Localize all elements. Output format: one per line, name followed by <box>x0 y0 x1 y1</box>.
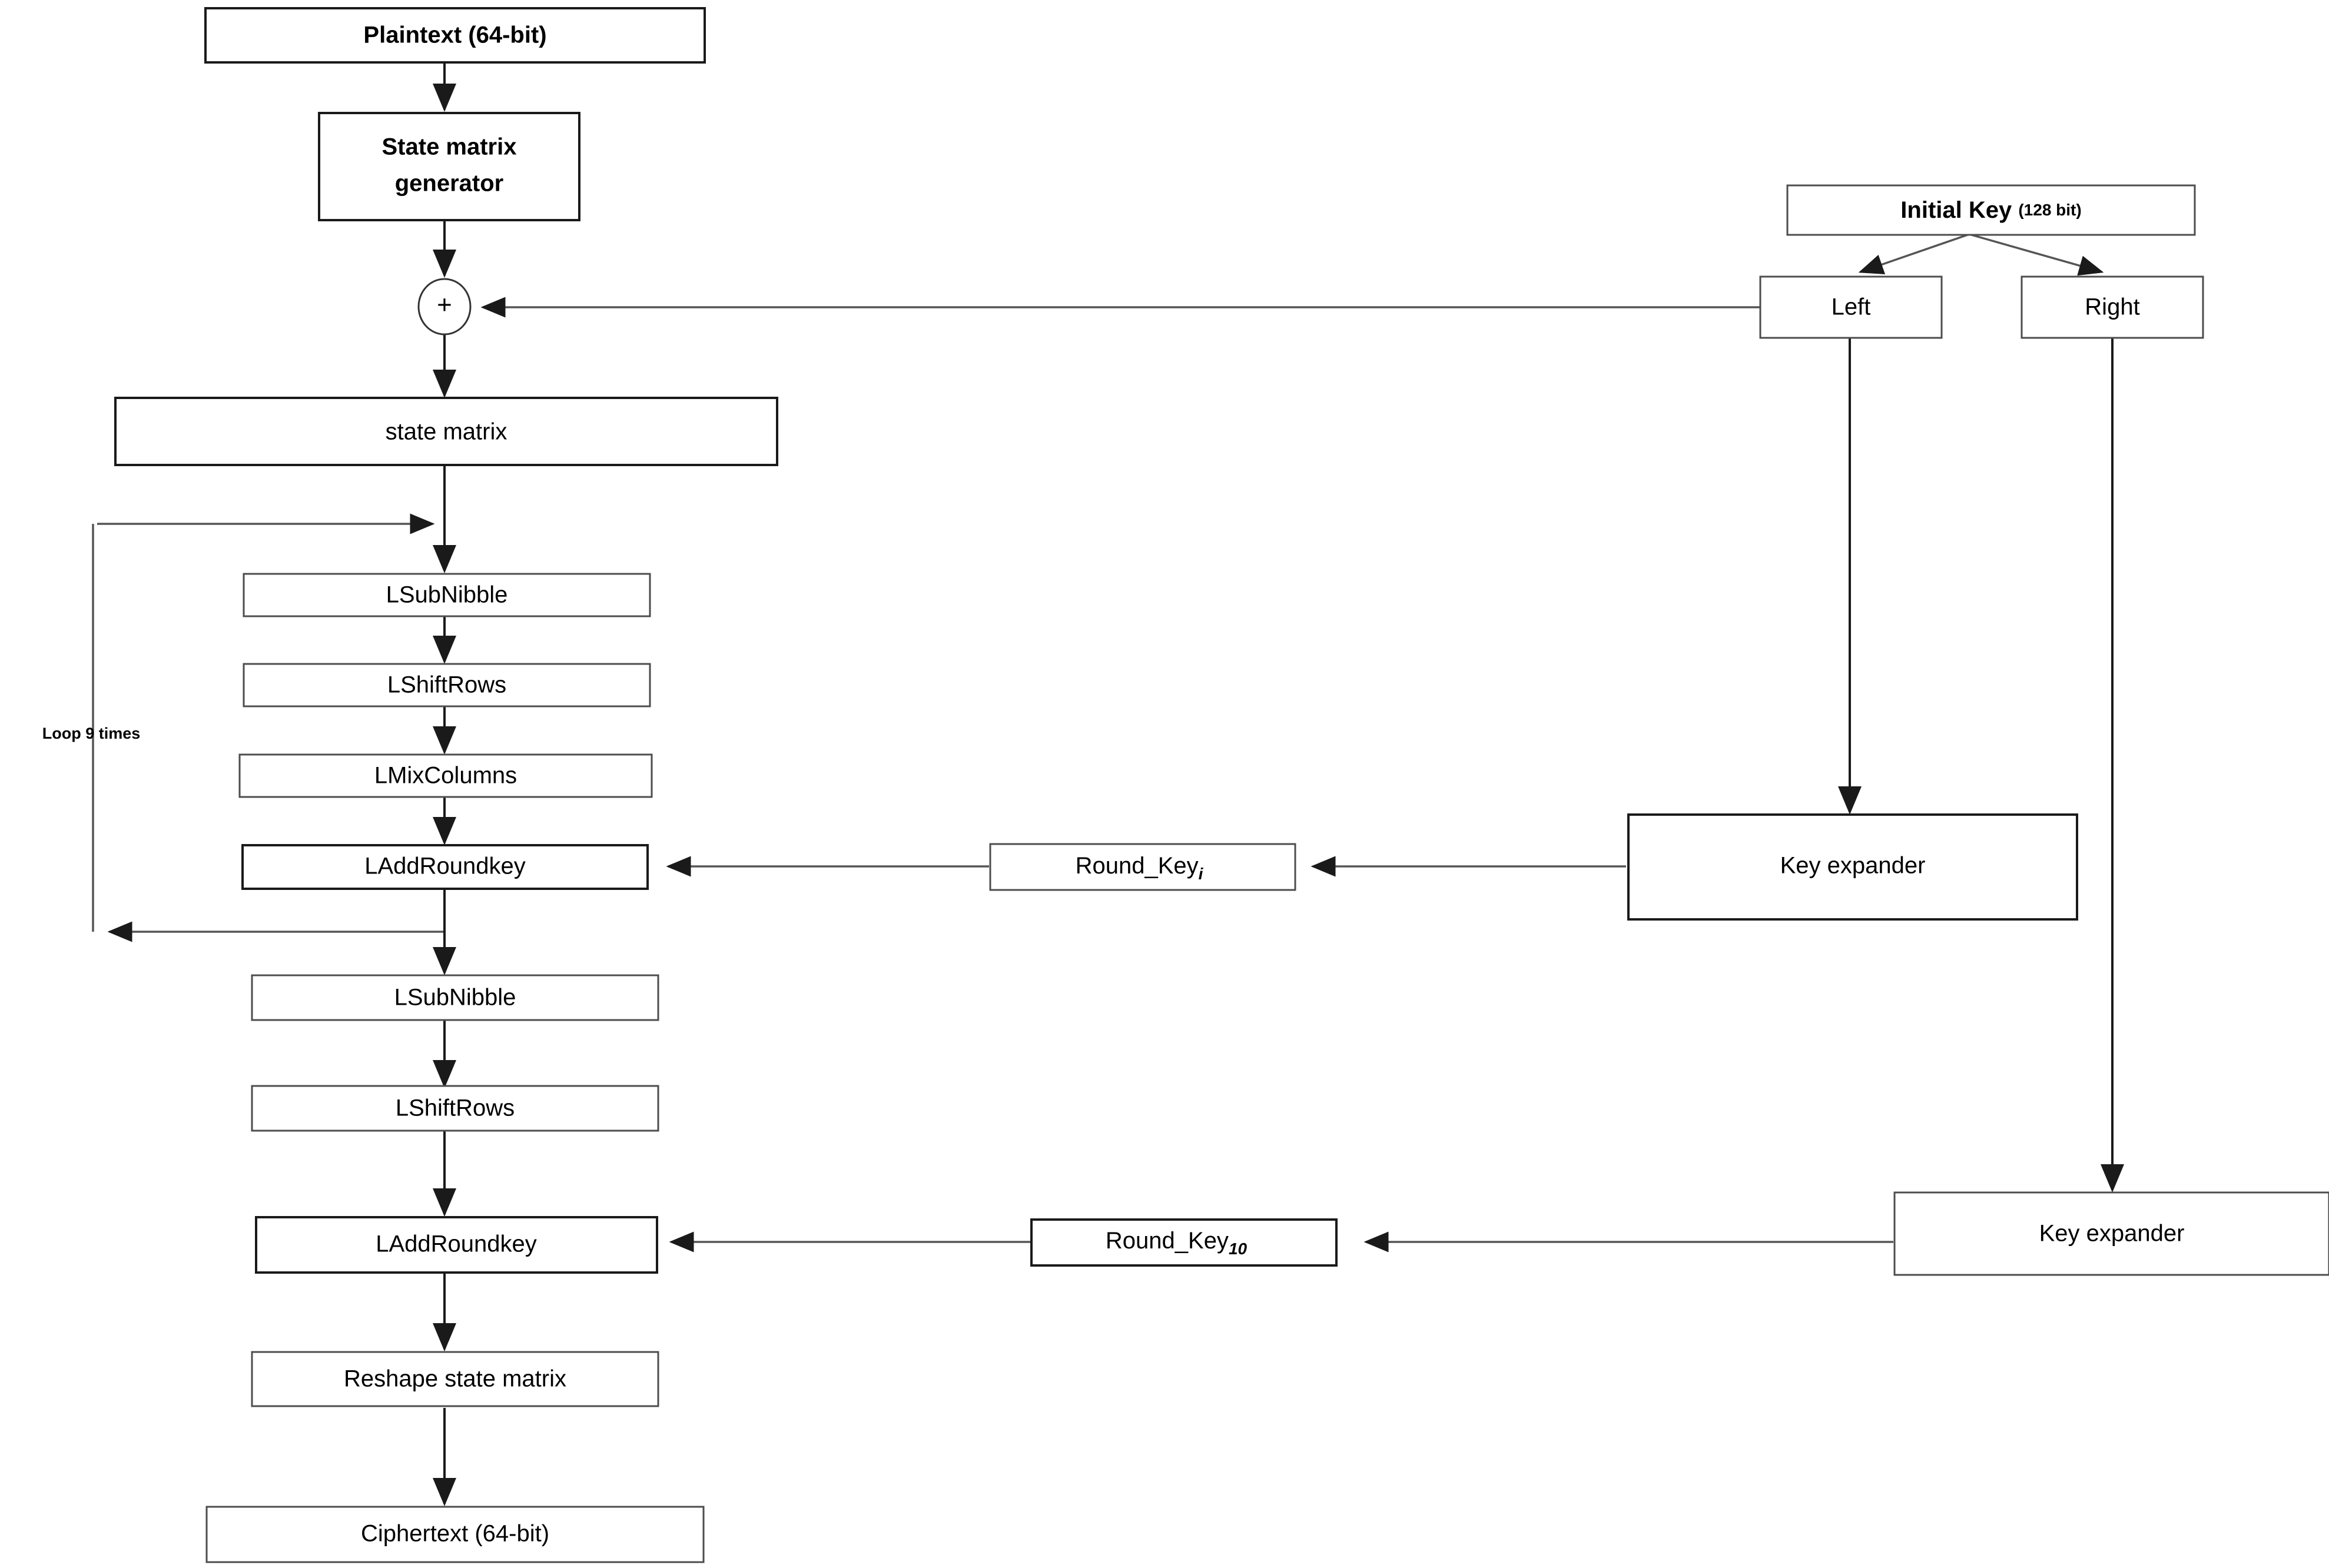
node-plaintext-label: Plaintext (64-bit) <box>363 22 546 48</box>
node-key-left-label: Left <box>1832 294 1871 320</box>
node-state-matrix[interactable]: state matrix <box>114 397 778 466</box>
node-initial-key[interactable]: Initial Key (128 bit) <box>1786 184 2196 236</box>
node-lshiftrows-1[interactable]: LShiftRows <box>243 663 651 707</box>
node-lshiftrows-2[interactable]: LShiftRows <box>251 1085 659 1132</box>
node-reshape-state-matrix[interactable]: Reshape state matrix <box>251 1351 659 1407</box>
node-lsubnibble-2-label: LSubNibble <box>394 985 516 1011</box>
node-key-right-label: Right <box>2085 294 2139 320</box>
round-key-10-subscript: 10 <box>1229 1240 1248 1258</box>
node-round-key-i[interactable]: Round_Keyi <box>989 843 1296 891</box>
node-key-right[interactable]: Right <box>2021 275 2204 339</box>
node-state-matrix-generator-label-line2: generator <box>395 171 504 197</box>
node-plaintext[interactable]: Plaintext (64-bit) <box>204 7 706 64</box>
node-initial-key-label: Initial Key (128 bit) <box>1900 197 2081 223</box>
node-key-left[interactable]: Left <box>1759 275 1943 339</box>
node-ciphertext-label: Ciphertext (64-bit) <box>361 1521 549 1547</box>
node-laddroundkey-1-label: LAddRoundkey <box>364 853 526 879</box>
node-lshiftrows-1-label: LShiftRows <box>387 672 506 698</box>
node-lshiftrows-2-label: LShiftRows <box>396 1095 515 1121</box>
node-laddroundkey-1[interactable]: LAddRoundkey <box>241 844 649 890</box>
node-key-expander-2[interactable]: Key expander <box>1893 1191 2329 1276</box>
annotation-loop-9-times: Loop 9 times <box>42 725 141 742</box>
node-state-matrix-generator[interactable]: State matrix generator <box>318 112 580 221</box>
node-laddroundkey-2-label: LAddRoundkey <box>376 1231 537 1257</box>
node-key-expander-2-label: Key expander <box>2039 1221 2185 1247</box>
edge-initialkey-to-right <box>1969 233 2104 276</box>
node-laddroundkey-2[interactable]: LAddRoundkey <box>255 1216 658 1274</box>
node-lsubnibble-2[interactable]: LSubNibble <box>251 974 659 1021</box>
node-key-expander-1-label: Key expander <box>1780 853 1926 879</box>
edge-initialkey-to-left <box>1858 233 1970 274</box>
round-key-i-base: Round_Key <box>1076 853 1199 879</box>
loop-label: Loop 9 times <box>42 725 141 742</box>
node-round-key-10[interactable]: Round_Key10 <box>1030 1218 1338 1267</box>
round-key-10-base: Round_Key <box>1106 1228 1229 1254</box>
node-lsubnibble-1-label: LSubNibble <box>386 582 508 608</box>
initial-key-text: Initial Key <box>1900 197 2018 223</box>
node-lsubnibble-1[interactable]: LSubNibble <box>243 573 651 617</box>
xor-plus-icon: + <box>437 291 452 320</box>
flowchart-svg: Plaintext (64-bit) State matrix generato… <box>42 7 2329 1563</box>
node-state-matrix-label: state matrix <box>386 419 507 445</box>
node-lmixcolumns[interactable]: LMixColumns <box>238 753 653 798</box>
node-reshape-state-matrix-label: Reshape state matrix <box>344 1366 566 1392</box>
flowchart-canvas: Plaintext (64-bit) State matrix generato… <box>0 0 2329 1568</box>
node-state-matrix-generator-label-line1: State matrix <box>382 134 517 160</box>
node-lmixcolumns-label: LMixColumns <box>374 763 517 789</box>
node-ciphertext[interactable]: Ciphertext (64-bit) <box>205 1506 705 1563</box>
initial-key-bits: (128 bit) <box>2018 201 2081 219</box>
round-key-i-subscript: i <box>1199 865 1204 883</box>
node-key-expander-1[interactable]: Key expander <box>1627 813 2078 921</box>
node-xor-operator[interactable]: + <box>417 278 472 335</box>
